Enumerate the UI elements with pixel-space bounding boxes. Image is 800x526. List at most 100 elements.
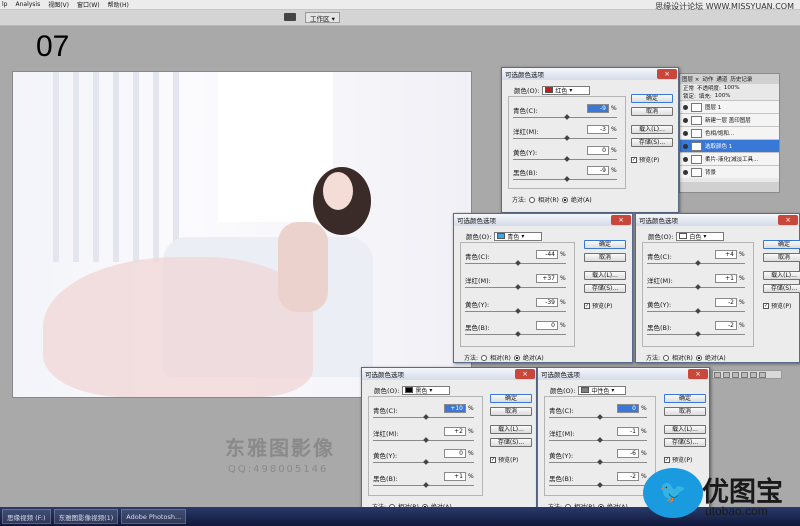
slider-value-field[interactable]: +1 (715, 273, 737, 283)
color-dropdown[interactable]: 青色 ▾ (494, 231, 543, 241)
panel-icon[interactable] (759, 372, 766, 378)
slider-value-field[interactable]: -2 (715, 321, 737, 331)
absolute-radio[interactable] (695, 354, 702, 361)
menu-item-help[interactable]: 帮助(H) (108, 0, 129, 9)
slider-thumb[interactable] (564, 134, 570, 141)
preview-checkbox[interactable]: ✓ (763, 302, 769, 309)
dialog-titlebar[interactable]: 可选颜色选项 × (538, 368, 709, 380)
color-dropdown[interactable]: 红色 ▾ (542, 85, 591, 95)
dialog-titlebar[interactable]: 可选颜色选项 × (502, 68, 678, 80)
eye-icon[interactable] (683, 156, 688, 162)
dialog-titlebar[interactable]: 可选颜色选项 × (636, 214, 799, 226)
panel-icon[interactable] (714, 372, 721, 378)
cancel-button[interactable]: 取消 (584, 253, 626, 262)
layer-row[interactable]: 图层 1 (680, 100, 779, 113)
load-button[interactable]: 载入(L)... (490, 425, 532, 434)
slider-value-field[interactable]: 0 (617, 404, 639, 413)
slider-value-field[interactable]: +2 (444, 426, 466, 436)
ok-button[interactable]: 确定 (631, 94, 673, 103)
fill-field[interactable]: 100% (715, 93, 731, 99)
close-icon[interactable]: × (611, 215, 631, 225)
cancel-button[interactable]: 取消 (631, 107, 673, 116)
slider-value-field[interactable]: -9 (587, 166, 609, 176)
color-dropdown[interactable]: 中性色 ▾ (578, 385, 627, 395)
document-canvas[interactable] (12, 71, 472, 398)
dialog-titlebar[interactable]: 可选颜色选项 × (454, 214, 632, 226)
preview-checkbox[interactable]: ✓ (631, 156, 637, 163)
menu-item[interactable]: lp (2, 1, 7, 8)
slider-value-field[interactable]: -6 (617, 449, 639, 458)
load-button[interactable]: 载入(L)... (763, 271, 800, 280)
tab-actions[interactable]: 动作 (702, 75, 713, 83)
slider-thumb[interactable] (514, 260, 521, 266)
close-icon[interactable]: × (778, 215, 798, 225)
taskbar-item[interactable]: 思缘视频 (F:) (2, 509, 51, 524)
cancel-button[interactable]: 取消 (664, 407, 706, 416)
save-button[interactable]: 存储(S)... (631, 138, 673, 147)
preview-checkbox[interactable]: ✓ (584, 302, 590, 309)
slider-value-field[interactable]: -44 (536, 250, 558, 259)
menu-item-view[interactable]: 视图(V) (48, 0, 69, 9)
cancel-button[interactable]: 取消 (763, 253, 800, 262)
slider-value-field[interactable]: +1 (444, 471, 466, 481)
close-icon[interactable]: × (657, 69, 677, 79)
slider-thumb[interactable] (422, 481, 429, 488)
color-dropdown[interactable]: 白色 ▾ (676, 231, 725, 241)
slider-thumb[interactable] (695, 331, 701, 338)
slider-thumb[interactable] (564, 176, 570, 183)
menu-item-analysis[interactable]: Analysis (15, 1, 40, 8)
slider-thumb[interactable] (514, 283, 521, 290)
slider-thumb[interactable] (597, 414, 603, 420)
save-button[interactable]: 存储(S)... (584, 284, 626, 293)
layer-row-selected[interactable]: 选取颜色 1 (680, 139, 779, 152)
save-button[interactable]: 存储(S)... (664, 438, 706, 447)
layer-row[interactable]: 新建一层 盖印图层 (680, 113, 779, 126)
close-icon[interactable]: × (688, 369, 708, 379)
slider-thumb[interactable] (422, 459, 429, 465)
slider-value-field[interactable]: +4 (715, 250, 737, 259)
dialog-titlebar[interactable]: 可选颜色选项 × (362, 368, 536, 380)
slider-thumb[interactable] (564, 114, 570, 120)
load-button[interactable]: 载入(L)... (584, 271, 626, 280)
slider-value-field[interactable]: -2 (617, 471, 639, 481)
layer-row[interactable]: 色相/饱和... (680, 126, 779, 139)
panel-icon[interactable] (741, 372, 748, 378)
slider-thumb[interactable] (514, 307, 521, 314)
save-button[interactable]: 存储(S)... (763, 284, 800, 293)
slider-thumb[interactable] (695, 260, 701, 266)
slider-thumb[interactable] (597, 481, 603, 488)
slider-value-field[interactable]: +37 (536, 273, 558, 283)
slider-value-field[interactable]: -2 (715, 297, 737, 307)
eye-icon[interactable] (683, 143, 688, 149)
relative-radio[interactable] (663, 354, 670, 361)
slider-thumb[interactable] (564, 155, 570, 162)
slider-thumb[interactable] (695, 307, 701, 314)
ok-button[interactable]: 确定 (763, 240, 800, 249)
relative-radio[interactable] (481, 354, 488, 361)
taskbar-item-photoshop[interactable]: Adobe Photosh... (121, 509, 187, 524)
slider-value-field[interactable]: -3 (587, 124, 609, 134)
slider-thumb[interactable] (422, 414, 429, 420)
absolute-radio[interactable] (561, 196, 568, 203)
panel-icon[interactable] (732, 372, 739, 378)
slider-value-field[interactable]: -1 (617, 426, 639, 436)
layer-row[interactable]: 柔片-液化[减淡工具... (680, 152, 779, 165)
taskbar-item[interactable]: 东雅图影像视频(1) (53, 509, 119, 524)
menu-item-window[interactable]: 窗口(W) (77, 0, 100, 9)
load-button[interactable]: 载入(L)... (631, 125, 673, 134)
close-icon[interactable]: × (515, 369, 535, 379)
ok-button[interactable]: 确定 (664, 394, 706, 403)
eye-icon[interactable] (683, 104, 688, 110)
slider-thumb[interactable] (422, 436, 429, 443)
slider-value-field[interactable]: 0 (536, 321, 558, 331)
tab-history[interactable]: 历史记录 (730, 75, 752, 83)
ok-button[interactable]: 确定 (584, 240, 626, 249)
slider-thumb[interactable] (514, 331, 521, 338)
ok-button[interactable]: 确定 (490, 394, 532, 403)
slider-value-field[interactable]: 0 (587, 145, 609, 155)
slider-value-field[interactable]: -9 (587, 104, 609, 113)
eye-icon[interactable] (683, 130, 688, 136)
workspace-dropdown[interactable]: 工作区 ▾ (305, 12, 340, 23)
absolute-radio[interactable] (513, 354, 520, 361)
blend-mode-dropdown[interactable]: 正常 (683, 84, 694, 92)
